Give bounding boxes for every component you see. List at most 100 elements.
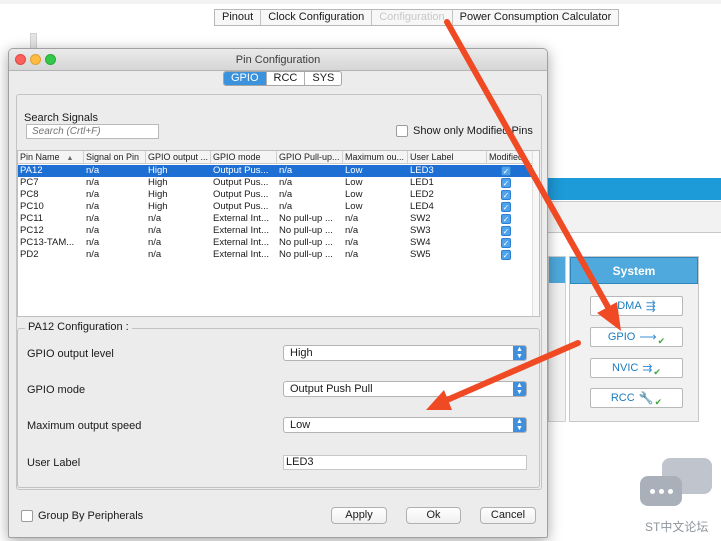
modified-checkbox[interactable]: ✓ xyxy=(501,178,511,188)
splitter-handle[interactable] xyxy=(30,33,37,49)
user-label-input[interactable]: LED3 xyxy=(283,455,527,470)
tab-configuration[interactable]: Configuration xyxy=(372,10,453,25)
cell-output: n/a xyxy=(148,249,162,260)
show-modified-label: Show only Modified Pins xyxy=(413,125,533,137)
cell-output: High xyxy=(148,201,168,212)
cell-label: LED1 xyxy=(410,177,434,188)
user-label-label: User Label xyxy=(27,457,81,469)
cell-speed: n/a xyxy=(345,237,359,248)
cell-pin: PC11 xyxy=(20,213,44,224)
cell-pull: No pull-up ... xyxy=(279,213,333,224)
show-modified-checkbox[interactable] xyxy=(396,125,408,137)
select-arrows-icon: ▲ ▼ xyxy=(513,418,526,432)
table-row[interactable]: PC7 n/a High Output Pus... n/a Low LED1 ✓ xyxy=(18,177,539,189)
cell-signal: n/a xyxy=(86,177,100,188)
rcc-icon: 🔧 xyxy=(638,391,654,405)
neighbor-panel xyxy=(548,256,566,422)
main-tab-bar: Pinout Clock Configuration Configuration… xyxy=(214,9,620,26)
search-signals-label: Search Signals xyxy=(24,112,98,124)
cell-signal: n/a xyxy=(86,189,100,200)
cell-pull: No pull-up ... xyxy=(279,225,333,236)
apply-button[interactable]: Apply xyxy=(331,507,387,524)
watermark-text: ST中文论坛 xyxy=(645,520,709,534)
signals-table: Pin Name ▲ Signal on Pin GPIO output ... … xyxy=(17,150,540,317)
search-input[interactable] xyxy=(26,124,159,139)
nvic-button[interactable]: NVIC ⇉ ✔ xyxy=(590,358,683,378)
modified-checkbox[interactable]: ✓ xyxy=(501,202,511,212)
table-row[interactable]: PD2 n/a n/a External Int... No pull-up ... n/… xyxy=(18,249,539,261)
cell-pull: n/a xyxy=(279,165,293,176)
cell-signal: n/a xyxy=(86,237,100,248)
cell-pull: No pull-up ... xyxy=(279,237,333,248)
dma-label: DMA xyxy=(617,300,642,312)
modified-checkbox[interactable]: ✓ xyxy=(501,226,511,236)
table-row[interactable]: PC13-TAM... n/a n/a External Int... No pull-… xyxy=(18,237,539,249)
col-gpio-mode[interactable]: GPIO mode xyxy=(211,151,277,164)
tab-sys[interactable]: SYS xyxy=(305,72,341,85)
col-user-label[interactable]: User Label xyxy=(408,151,487,164)
gpio-output-level-select[interactable]: High ▲ ▼ xyxy=(283,345,527,361)
cell-mode: External Int... xyxy=(213,249,269,260)
cell-speed: Low xyxy=(345,189,363,200)
ok-button[interactable]: Ok xyxy=(406,507,461,524)
gpio-button[interactable]: GPIO ⟶ ✔ xyxy=(590,327,683,347)
table-row[interactable]: PC11 n/a n/a External Int... No pull-up ... n… xyxy=(18,213,539,225)
max-output-speed-label: Maximum output speed xyxy=(27,420,142,432)
rcc-label: RCC xyxy=(610,392,635,404)
cell-speed: n/a xyxy=(345,213,359,224)
cell-mode: External Int... xyxy=(213,237,269,248)
tab-pinout[interactable]: Pinout xyxy=(215,10,262,25)
dma-button[interactable]: DMA ⇶ xyxy=(590,296,683,316)
modified-checkbox[interactable]: ✓ xyxy=(501,190,511,200)
cell-speed: n/a xyxy=(345,225,359,236)
sort-ascending-icon: ▲ xyxy=(66,155,74,162)
gpio-mode-label: GPIO mode xyxy=(27,384,86,396)
cell-output: High xyxy=(148,189,168,200)
table-row[interactable]: PA12 n/a High Output Pus... n/a Low LED3 ✓ xyxy=(18,165,539,177)
cell-speed: Low xyxy=(345,177,363,188)
table-row[interactable]: PC10 n/a High Output Pus... n/a Low LED4 ✓ xyxy=(18,201,539,213)
modified-checkbox[interactable]: ✓ xyxy=(501,166,511,176)
cell-output: n/a xyxy=(148,237,162,248)
max-output-speed-value: Low xyxy=(290,419,311,431)
col-modified[interactable]: Modified xyxy=(487,151,533,164)
rcc-button[interactable]: RCC 🔧 ✔ xyxy=(590,388,683,408)
category-header-band xyxy=(548,178,721,200)
col-max-speed[interactable]: Maximum ou... xyxy=(343,151,408,164)
col-gpio-output[interactable]: GPIO output ... xyxy=(146,151,211,164)
cell-output: n/a xyxy=(148,213,162,224)
modified-checkbox[interactable]: ✓ xyxy=(501,250,511,260)
table-row[interactable]: PC8 n/a High Output Pus... n/a Low LED2 ✓ xyxy=(18,189,539,201)
modified-checkbox[interactable]: ✓ xyxy=(501,238,511,248)
tab-gpio[interactable]: GPIO xyxy=(224,72,267,85)
gpio-mode-select[interactable]: Output Push Pull ▲ ▼ xyxy=(283,381,527,397)
check-icon: ✔ xyxy=(653,366,661,377)
table-row[interactable]: PC12 n/a n/a External Int... No pull-up ... n… xyxy=(18,225,539,237)
col-signal[interactable]: Signal on Pin xyxy=(84,151,146,164)
col-pin-name[interactable]: Pin Name ▲ xyxy=(18,151,84,164)
cell-pin: PC12 xyxy=(20,225,44,236)
group-by-peripherals-toggle[interactable]: Group By Peripherals xyxy=(21,510,143,522)
cancel-button[interactable]: Cancel xyxy=(480,507,536,524)
modified-checkbox[interactable]: ✓ xyxy=(501,214,511,224)
max-output-speed-select[interactable]: Low ▲ ▼ xyxy=(283,417,527,433)
table-scrollbar[interactable] xyxy=(532,151,539,316)
dialog-titlebar[interactable]: Pin Configuration xyxy=(9,49,547,71)
cell-label: LED4 xyxy=(410,201,434,212)
app-top-strip xyxy=(0,0,721,4)
show-modified-toggle[interactable]: Show only Modified Pins xyxy=(396,125,533,137)
system-panel: System DMA ⇶ GPIO ⟶ ✔ NVIC ⇉ ✔ RCC 🔧 ✔ xyxy=(569,256,699,422)
nvic-label: NVIC xyxy=(612,362,639,374)
cell-pin: PC7 xyxy=(20,177,39,188)
col-gpio-pull[interactable]: GPIO Pull-up... xyxy=(277,151,343,164)
cell-signal: n/a xyxy=(86,201,100,212)
tab-rcc[interactable]: RCC xyxy=(267,72,306,85)
cell-pin: PC10 xyxy=(20,201,44,212)
group-by-peripherals-checkbox[interactable] xyxy=(21,510,33,522)
tab-power-consumption[interactable]: Power Consumption Calculator xyxy=(453,10,619,25)
cell-label: LED2 xyxy=(410,189,434,200)
tab-clock-configuration[interactable]: Clock Configuration xyxy=(261,10,373,25)
cell-mode: Output Pus... xyxy=(213,189,269,200)
group-by-peripherals-label: Group By Peripherals xyxy=(38,510,144,522)
cell-label: SW5 xyxy=(410,249,431,260)
